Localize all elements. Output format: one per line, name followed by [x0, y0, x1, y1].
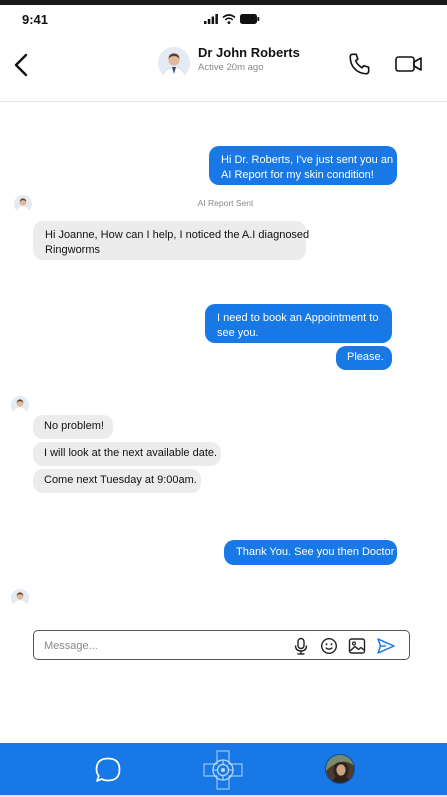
- message-text: Ringworms: [45, 244, 101, 256]
- microphone-icon[interactable]: [292, 637, 310, 655]
- phone-icon[interactable]: [347, 51, 373, 77]
- battery-icon: [240, 14, 260, 24]
- message-outgoing: Thank You. See you then Doctor: [224, 540, 397, 565]
- message-input[interactable]: [44, 637, 274, 655]
- message-incoming: I will look at the next available date.: [33, 442, 221, 466]
- message-text: Please.: [347, 351, 384, 363]
- chat-header: Dr John Roberts Active 20m ago: [0, 33, 447, 102]
- bottom-tab-bar: [0, 743, 447, 797]
- message-text: No problem!: [44, 420, 104, 432]
- message-text: I will look at the next available date.: [44, 447, 218, 459]
- message-text: Thank You. See you then Doctor: [236, 546, 395, 558]
- message-incoming: Come next Tuesday at 9:00am.: [33, 469, 201, 493]
- message-text: see you.: [217, 327, 259, 339]
- smiley-icon[interactable]: [320, 637, 338, 655]
- doctor-avatar-small: [11, 589, 29, 607]
- message-outgoing: Hi Dr. Roberts, I've just sent you an AI…: [209, 146, 397, 185]
- message-outgoing: Please.: [336, 346, 392, 370]
- status-icons: [204, 14, 260, 24]
- message-text: I need to book an Appointment to: [217, 312, 379, 324]
- doctor-avatar-small: [11, 396, 29, 414]
- message-incoming: No problem!: [33, 415, 113, 439]
- system-note-text: AI Report Sent: [197, 198, 254, 208]
- contact-status: Active 20m ago: [198, 62, 264, 73]
- signal-icon: [204, 14, 218, 24]
- chevron-left-icon[interactable]: [10, 50, 34, 80]
- doctor-portrait-icon: [11, 396, 29, 414]
- message-text: Hi Joanne, How can I help, I noticed the…: [45, 229, 310, 241]
- chat-bubble-icon[interactable]: [94, 756, 122, 784]
- status-time: 9:41: [22, 12, 49, 27]
- system-note: AI Report Sent: [0, 198, 447, 208]
- app-logo-icon[interactable]: [202, 749, 244, 791]
- user-portrait-icon: [326, 755, 354, 783]
- wifi-icon: [222, 14, 236, 24]
- profile-avatar[interactable]: [325, 754, 355, 784]
- send-icon[interactable]: [376, 637, 396, 655]
- contact-name: Dr John Roberts: [198, 45, 300, 60]
- message-text: AI Report for my skin condition!: [221, 169, 374, 181]
- message-composer: [33, 630, 410, 660]
- message-outgoing: I need to book an Appointment to see you…: [205, 304, 392, 343]
- status-bar: 9:41: [0, 5, 447, 33]
- message-text: Come next Tuesday at 9:00am.: [44, 474, 197, 486]
- doctor-portrait-icon: [158, 47, 190, 79]
- doctor-portrait-icon: [11, 589, 29, 607]
- image-icon[interactable]: [348, 637, 366, 655]
- video-camera-icon[interactable]: [394, 53, 424, 75]
- doctor-avatar[interactable]: [158, 47, 190, 79]
- message-incoming: Hi Joanne, How can I help, I noticed the…: [33, 221, 310, 260]
- message-text: Hi Dr. Roberts, I've just sent you an: [221, 154, 394, 166]
